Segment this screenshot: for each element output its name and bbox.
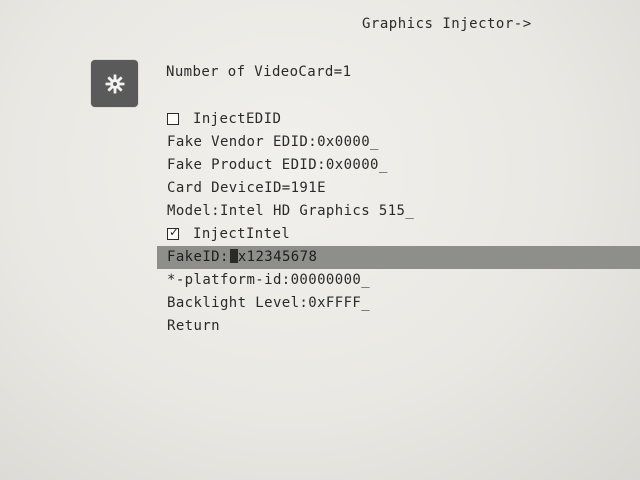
check-mark-icon: ✓ bbox=[169, 225, 180, 239]
menu-item-inject-intel[interactable]: ✓ InjectIntel bbox=[0, 223, 640, 246]
menu-item-platform-id[interactable]: *-platform-id:00000000_ bbox=[0, 269, 640, 292]
inject-intel-label: InjectIntel bbox=[193, 226, 291, 242]
menu-item-inject-edid[interactable]: InjectEDID bbox=[0, 108, 640, 131]
gear-tile bbox=[91, 60, 138, 107]
model-field[interactable]: Model:Intel HD Graphics 515_ bbox=[167, 203, 414, 219]
platform-id-field[interactable]: *-platform-id:00000000_ bbox=[167, 272, 370, 288]
inject-edid-label: InjectEDID bbox=[193, 111, 282, 127]
gear-icon bbox=[104, 73, 126, 95]
backlight-level-field[interactable]: Backlight Level:0xFFFF_ bbox=[167, 295, 370, 311]
video-card-count: Number of VideoCard=1 bbox=[166, 64, 352, 80]
card-device-id-text: Card DeviceID=191E bbox=[167, 180, 326, 196]
menu-item-return[interactable]: Return bbox=[0, 315, 640, 338]
inject-intel-checkbox[interactable]: ✓ bbox=[167, 225, 180, 240]
menu-item-card-device-id: Card DeviceID=191E bbox=[0, 177, 640, 200]
fake-id-prefix: FakeID: bbox=[167, 249, 229, 265]
fake-id-value[interactable]: x12345678 bbox=[238, 249, 317, 265]
menu-item-model[interactable]: Model:Intel HD Graphics 515_ bbox=[0, 200, 640, 223]
fake-product-edid-field[interactable]: Fake Product EDID:0x0000_ bbox=[167, 157, 388, 173]
menu-item-fake-vendor-edid[interactable]: Fake Vendor EDID:0x0000_ bbox=[0, 131, 640, 154]
inject-edid-checkbox[interactable] bbox=[167, 113, 179, 125]
fake-vendor-edid-field[interactable]: Fake Vendor EDID:0x0000_ bbox=[167, 134, 379, 150]
menu-item-backlight-level[interactable]: Backlight Level:0xFFFF_ bbox=[0, 292, 640, 315]
menu-item-fake-id[interactable]: FakeID: x12345678 bbox=[157, 246, 640, 269]
text-cursor bbox=[229, 249, 238, 263]
menu-item-fake-product-edid[interactable]: Fake Product EDID:0x0000_ bbox=[0, 154, 640, 177]
menu-list: InjectEDID Fake Vendor EDID:0x0000_ Fake… bbox=[0, 108, 640, 338]
menu-title: Graphics Injector-> bbox=[362, 16, 532, 32]
return-button[interactable]: Return bbox=[167, 318, 220, 334]
clover-graphics-injector-screen: Graphics Injector-> Number of VideoCard= bbox=[0, 0, 640, 480]
